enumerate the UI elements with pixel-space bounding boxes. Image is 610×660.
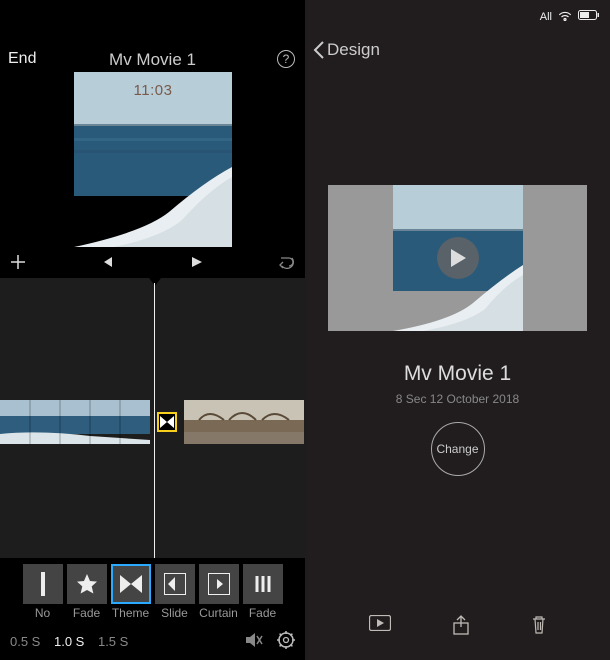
transition-label: Theme bbox=[111, 606, 151, 620]
bottom-bar: 0.5 S 1.0 S 1.5 S bbox=[0, 622, 305, 660]
transition-picker: No Fade Theme Slide Curtain Fade bbox=[0, 558, 305, 622]
video-preview[interactable]: 11:03 bbox=[74, 72, 232, 247]
change-button[interactable]: Change bbox=[431, 422, 485, 476]
transition-label: Fade bbox=[243, 606, 283, 620]
transition-theme[interactable] bbox=[111, 564, 151, 604]
duration-options[interactable]: 0.5 S 1.0 S 1.5 S bbox=[10, 634, 138, 649]
mute-button[interactable] bbox=[245, 632, 263, 651]
playhead[interactable] bbox=[154, 283, 155, 558]
timeline[interactable] bbox=[0, 278, 305, 558]
add-media-button[interactable] bbox=[10, 254, 26, 275]
transition-marker[interactable] bbox=[157, 412, 177, 432]
transition-curtain[interactable] bbox=[199, 564, 239, 604]
project-title-top: Mv Movie 1 bbox=[109, 50, 196, 70]
help-button[interactable]: ? bbox=[277, 50, 295, 68]
done-button[interactable]: End bbox=[8, 50, 36, 68]
editor-toolbar bbox=[0, 250, 305, 278]
playhead-marker-icon bbox=[149, 278, 161, 286]
project-panel: All Design Mv Movie 1 8 Sec 12 October 2… bbox=[305, 0, 610, 660]
project-meta: 8 Sec 12 October 2018 bbox=[305, 392, 610, 406]
editor-panel: End Mv Movie 1 ? 11:03 bbox=[0, 0, 305, 660]
transition-fade[interactable] bbox=[67, 564, 107, 604]
clip-1[interactable] bbox=[0, 400, 150, 444]
transition-label: Slide bbox=[155, 606, 195, 620]
preview-area: End Mv Movie 1 ? 11:03 bbox=[0, 0, 305, 250]
project-actions bbox=[305, 615, 610, 640]
play-icon bbox=[449, 248, 467, 268]
project-preview[interactable] bbox=[328, 185, 587, 331]
share-button[interactable] bbox=[453, 615, 469, 640]
back-label: Design bbox=[327, 40, 380, 60]
battery-icon bbox=[578, 10, 600, 24]
settings-button[interactable] bbox=[277, 631, 295, 652]
transition-slide[interactable] bbox=[155, 564, 195, 604]
transition-label: Fade bbox=[67, 606, 107, 620]
duration-option[interactable]: 1.5 S bbox=[98, 634, 128, 649]
wifi-icon bbox=[558, 10, 572, 24]
transition-labels: No Fade Theme Slide Curtain Fade bbox=[4, 606, 301, 620]
transition-fade2[interactable] bbox=[243, 564, 283, 604]
chevron-left-icon bbox=[313, 41, 325, 59]
status-mode: All bbox=[540, 11, 552, 23]
timecode-label: 11:03 bbox=[134, 82, 173, 99]
status-bar: All bbox=[540, 10, 600, 24]
transition-none[interactable] bbox=[23, 564, 63, 604]
clip-2[interactable] bbox=[184, 400, 304, 444]
delete-button[interactable] bbox=[531, 615, 547, 640]
project-title: Mv Movie 1 bbox=[305, 362, 610, 386]
transition-label: Curtain bbox=[199, 606, 239, 620]
play-project-button[interactable] bbox=[369, 615, 391, 640]
prev-frame-button[interactable] bbox=[100, 255, 114, 274]
back-button[interactable]: Design bbox=[313, 40, 380, 60]
duration-option[interactable]: 1.0 S bbox=[54, 634, 84, 649]
transition-label: No bbox=[23, 606, 63, 620]
duration-option[interactable]: 0.5 S bbox=[10, 634, 40, 649]
play-overlay-button[interactable] bbox=[437, 237, 479, 279]
undo-button[interactable] bbox=[277, 255, 295, 274]
play-button[interactable] bbox=[189, 255, 203, 274]
